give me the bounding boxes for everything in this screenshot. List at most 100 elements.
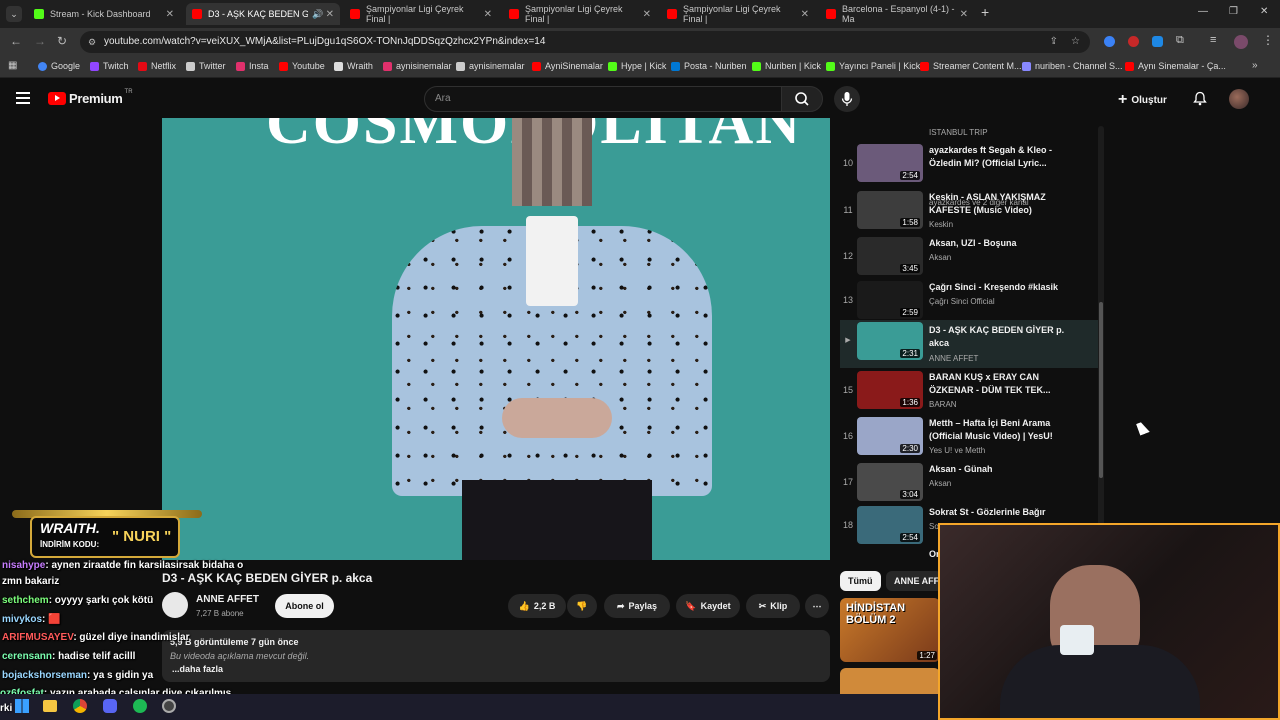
channel-icon <box>1022 61 1031 71</box>
tab-sampiyonlar-3[interactable]: Şampiyonlar Ligi Çeyrek Final | ✕ <box>661 3 815 25</box>
shield-icon[interactable] <box>1152 36 1163 47</box>
speaker-icon[interactable]: 🔊 <box>312 9 323 20</box>
maximize-icon[interactable]: ❐ <box>1229 6 1238 17</box>
bookmark-netflix[interactable]: Netflix <box>138 61 176 71</box>
search-input[interactable]: Ara <box>424 86 782 112</box>
bookmark-nuriben-kick[interactable]: Nuriben | Kick <box>752 61 821 71</box>
bookmark-youtube[interactable]: Youtube <box>279 61 325 71</box>
more-actions-button[interactable]: ⋯ <box>805 594 829 618</box>
like-button[interactable]: 👍 2,2 B <box>508 594 566 618</box>
playlist-item-index: 13 <box>842 295 853 305</box>
extension-icon[interactable] <box>1128 36 1139 47</box>
forward-icon[interactable]: → <box>34 34 46 48</box>
bookmark-yayinci-paneli[interactable]: Yayıncı Paneli | Kick <box>826 61 920 71</box>
bookmark-label: Streamer Content M... <box>933 61 1022 71</box>
install-icon[interactable]: ⇪ <box>1050 31 1058 53</box>
account-avatar[interactable] <box>1229 89 1249 109</box>
extension-icon[interactable] <box>1104 36 1115 47</box>
file-explorer-icon[interactable] <box>43 700 57 712</box>
bookmark-aynisinemalar-insta[interactable]: aynisinemalar <box>383 61 452 71</box>
chrome-icon[interactable] <box>73 699 87 713</box>
filter-chip-channel[interactable]: ANNE AFFET <box>886 571 942 591</box>
subscribe-button[interactable]: Abone ol <box>275 594 334 618</box>
recommended-video-thumbnail-2[interactable] <box>840 668 940 694</box>
menu-icon[interactable]: ⋮ <box>1262 33 1274 47</box>
bookmark-hype-kick[interactable]: Hype | Kick <box>608 61 666 71</box>
hamburger-menu-icon[interactable] <box>16 92 30 104</box>
channel-avatar[interactable] <box>162 592 188 618</box>
playlist-item[interactable]: 16 2:30 Metth – Hafta İçi Beni Arama (Of… <box>840 415 1098 461</box>
windows-start-icon[interactable] <box>15 699 29 713</box>
bookmark-channel-s[interactable]: nuriben - Channel S... <box>1022 61 1123 71</box>
back-icon[interactable]: ← <box>10 34 22 48</box>
playlist-item-title: Çağrı Sinci - Kreşendo #klasik <box>929 282 1059 292</box>
tab-sampiyonlar-1[interactable]: Şampiyonlar Ligi Çeyrek Final | ✕ <box>344 3 498 25</box>
close-icon[interactable]: ✕ <box>801 9 809 20</box>
url-input[interactable]: ⚙ youtube.com/watch?v=veiXUX_WMjA&list=P… <box>80 31 1090 53</box>
bookmark-twitch[interactable]: Twitch <box>90 61 129 71</box>
close-icon[interactable]: ✕ <box>643 9 651 20</box>
clip-button[interactable]: ✂ Klip <box>746 594 800 618</box>
google-icon <box>38 61 47 71</box>
playlist-item[interactable]: 17 3:04 Aksan - Günah Aksan <box>840 461 1098 507</box>
youtube-premium-logo[interactable]: Premium TR <box>48 89 133 106</box>
playlist-item[interactable]: 13 2:59 Çağrı Sinci - Kreşendo #klasik Ç… <box>840 279 1098 325</box>
notifications-bell-icon[interactable] <box>1193 91 1207 106</box>
bookmark-streamer-content[interactable]: Streamer Content M... <box>920 61 1022 71</box>
tab-label: Stream - Kick Dashboard <box>50 9 151 19</box>
video-player[interactable]: COSMOPOLITAN <box>162 118 830 560</box>
close-window-icon[interactable]: ✕ <box>1260 6 1268 17</box>
close-icon[interactable]: ✕ <box>484 9 492 20</box>
duration-badge: 2:30 <box>900 444 920 453</box>
playlist-item-index: 17 <box>842 477 853 487</box>
bookmark-insta[interactable]: Insta <box>236 61 269 71</box>
apps-icon[interactable]: ▦ <box>8 60 17 71</box>
search-button[interactable] <box>781 86 823 112</box>
more-bookmarks-icon[interactable]: » <box>1252 60 1258 71</box>
close-icon[interactable]: ✕ <box>960 9 968 20</box>
description-text: Bu videoda açıklama mevcut değil. <box>170 651 310 661</box>
new-tab-button[interactable]: + <box>981 4 989 20</box>
filter-chip-all[interactable]: Tümü <box>840 571 881 591</box>
spotify-icon[interactable] <box>133 699 147 713</box>
share-button[interactable]: ➦ Paylaş <box>604 594 670 618</box>
channel-name[interactable]: ANNE AFFET <box>196 594 259 605</box>
bookmark-aynisinemalar-x[interactable]: aynisinemalar <box>456 61 525 71</box>
create-button[interactable]: + Oluştur <box>1118 90 1167 110</box>
playlist-item[interactable]: 12 3:45 Aksan, UZI - Boşuna Aksan <box>840 235 1098 281</box>
playlist-item-current[interactable]: ▶ 2:31 D3 - AŞK KAÇ BEDEN GİYER p. akca … <box>840 320 1098 368</box>
media-icon[interactable]: ≡ <box>1210 34 1216 46</box>
description-box[interactable]: 5,9 B görüntüleme 7 gün önce Bu videoda … <box>162 630 830 682</box>
tab-list-button[interactable]: ⌄ <box>6 6 22 22</box>
playlist-item[interactable]: 11 1:58 Keskin - ASLAN YAKIŞMAZ KAFESTE … <box>840 189 1098 235</box>
playlist-item[interactable]: 10 2:54 ayazkardes ft Segah & Kleo - Özl… <box>840 142 1098 207</box>
close-icon[interactable]: ✕ <box>326 9 334 20</box>
puzzle-icon[interactable]: ⧉ <box>1176 34 1184 47</box>
bookmark-star-icon[interactable]: ☆ <box>1071 31 1080 53</box>
site-info-icon[interactable]: ⚙ <box>88 31 96 53</box>
show-more-link[interactable]: ...daha fazla <box>172 664 223 674</box>
bookmark-ayni-sinemalar-ca[interactable]: Aynı Sinemalar - Ça... <box>1125 61 1226 71</box>
profile-avatar[interactable] <box>1234 35 1248 49</box>
bookmark-google[interactable]: Google <box>38 61 80 71</box>
minimize-icon[interactable]: — <box>1198 6 1208 17</box>
tab-label: D3 - AŞK KAÇ BEDEN GİYER <box>208 9 308 19</box>
tab-youtube-video[interactable]: D3 - AŞK KAÇ BEDEN GİYER 🔊 ✕ <box>186 3 340 25</box>
chat-text: : ya s gidin ya <box>87 670 154 681</box>
bookmark-twitter[interactable]: Twitter <box>186 61 226 71</box>
bookmark-wraith[interactable]: Wraith <box>334 61 373 71</box>
tab-barcelona[interactable]: Barcelona - Espanyol (4-1) - Ma ✕ <box>820 3 974 25</box>
discord-icon[interactable] <box>103 699 117 713</box>
obs-icon[interactable] <box>162 699 176 713</box>
save-button[interactable]: 🔖 Kaydet <box>676 594 740 618</box>
playlist-item[interactable]: 15 1:36 BARAN KUŞ x ERAY CAN ÖZKENAR - D… <box>840 369 1098 415</box>
dislike-button[interactable]: 👎 <box>567 594 597 618</box>
voice-search-button[interactable] <box>834 86 860 112</box>
bookmark-posta[interactable]: Posta - Nuriben <box>671 61 747 71</box>
tab-sampiyonlar-2[interactable]: Şampiyonlar Ligi Çeyrek Final | ✕ <box>503 3 657 25</box>
bookmark-aynisinemalar-yt[interactable]: AyniSinemalar <box>532 61 603 71</box>
recommended-video-thumbnail[interactable]: HİNDİSTAN BÖLÜM 2 1:27 <box>840 598 940 662</box>
close-icon[interactable]: ✕ <box>166 9 174 20</box>
tab-kick-dashboard[interactable]: Stream - Kick Dashboard ✕ <box>28 3 180 25</box>
reload-icon[interactable]: ↻ <box>57 34 67 48</box>
